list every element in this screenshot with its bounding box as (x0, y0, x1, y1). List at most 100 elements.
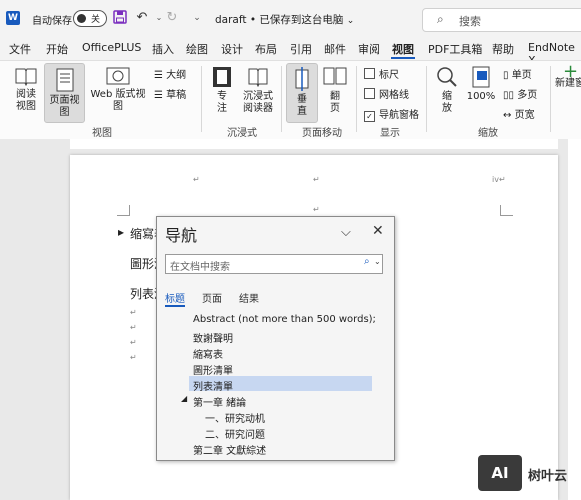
nav-heading-item[interactable]: 圖形清單 (193, 362, 233, 377)
previous-page-bottom (70, 139, 558, 149)
tab-home[interactable]: 开始 (46, 41, 68, 57)
gridlines-check-icon (364, 88, 375, 99)
search-icon: ⌕ (437, 12, 444, 26)
nav-heading-item[interactable]: 第二章 文獻綜述 (193, 442, 266, 457)
undo-icon[interactable]: ↶ (134, 10, 150, 26)
vertical-button[interactable]: 垂 直 (286, 63, 318, 123)
multiple-pages-icon: ▯▯ (503, 90, 515, 101)
nav-tab-pages[interactable]: 页面 (202, 290, 222, 305)
tab-draw[interactable]: 绘图 (186, 41, 208, 57)
ruler-label: 标尺 (379, 70, 399, 81)
web-layout-label: Web 版式视图 (90, 89, 146, 112)
draft-button[interactable]: ☰ 草稿 (154, 86, 186, 101)
navigation-pane[interactable]: 导航 ⌵ ✕ 在文档中搜索 ⌕ ⌄ 标题 页面 结果 Abstract (not… (156, 216, 395, 461)
gridlines-checkbox[interactable]: 网格线 (364, 86, 409, 101)
zoom-100-button[interactable]: 100% (466, 66, 496, 103)
outline-label: 大纲 (166, 70, 187, 81)
paragraph-mark: ↵ (130, 308, 137, 317)
watermark-text: 树叶云 (528, 469, 568, 484)
nav-tab-headings[interactable]: 标题 (165, 290, 185, 305)
nav-search-dropdown-icon[interactable]: ⌄ (374, 257, 381, 266)
immersive-reader-button[interactable]: 沉浸式 阅读器 (238, 66, 278, 115)
collapse-heading-icon[interactable]: ▸ (118, 225, 124, 239)
group-label-views: 视图 (92, 128, 112, 139)
margin-corner-mark (117, 205, 130, 216)
toggle-state-label: 关 (91, 15, 101, 25)
nav-tab-results[interactable]: 结果 (239, 290, 259, 305)
nav-search-input[interactable]: 在文档中搜索 ⌕ ⌄ (165, 254, 383, 274)
autosave-label: 自动保存 (32, 16, 72, 27)
new-window-button[interactable]: + 新建窗 (555, 63, 581, 90)
focus-button[interactable]: 专 注 (208, 66, 236, 115)
ruler-check-icon (364, 68, 375, 79)
tab-review[interactable]: 审阅 (358, 41, 380, 57)
search-box[interactable]: ⌕ 搜索 (422, 8, 581, 32)
tab-officeplus[interactable]: OfficePLUS (82, 41, 141, 54)
one-page-icon: ▯ (503, 70, 509, 81)
watermark-logo-icon: AI (478, 455, 522, 491)
one-page-button[interactable]: ▯ 单页 (503, 66, 532, 81)
page-width-label: 页宽 (514, 110, 535, 121)
active-tab-indicator (391, 57, 415, 59)
close-icon[interactable]: ✕ (372, 223, 384, 239)
read-mode-button[interactable]: 阅读 视图 (10, 66, 42, 113)
word-logo-icon: W (6, 11, 20, 25)
web-layout-button[interactable]: Web 版式视图 (86, 66, 150, 113)
book-icon (15, 68, 37, 86)
nav-heading-item[interactable]: 縮寫表 (193, 346, 223, 361)
tab-file[interactable]: 文件 (9, 41, 31, 57)
nav-pane-options-chevron-icon[interactable]: ⌵ (341, 225, 351, 240)
document-title[interactable]: daraft • 已保存到这台电脑 ⌄ (215, 12, 354, 27)
nav-heading-item[interactable]: Abstract (not more than 500 words); (193, 314, 376, 325)
ribbon-separator (426, 66, 427, 132)
nav-heading-item[interactable]: 致謝聲明 (193, 330, 233, 345)
page-width-icon: ↔ (503, 110, 512, 121)
tab-design[interactable]: 设计 (221, 41, 243, 57)
nav-pane-check-icon: ✓ (364, 111, 375, 122)
tab-layout[interactable]: 布局 (255, 41, 277, 57)
nav-subheading-item[interactable]: 一、研究动机 (205, 410, 265, 425)
margin-corner-mark (500, 205, 513, 216)
outline-button[interactable]: ☰ 大纲 (154, 66, 186, 81)
ruler-checkbox[interactable]: 标尺 (364, 66, 399, 81)
tab-help[interactable]: 帮助 (492, 41, 514, 57)
zoom-button[interactable]: 缩 放 (432, 66, 462, 115)
nav-pane-checkbox[interactable]: ✓ 导航窗格 (364, 106, 419, 122)
one-page-label: 单页 (511, 70, 532, 81)
nav-pane-title: 导航 (165, 226, 198, 245)
paragraph-mark: ↵ (313, 205, 320, 214)
paragraph-mark: ↵ (130, 353, 137, 362)
outline-icon: ☰ (154, 70, 163, 81)
search-placeholder: 搜索 (459, 15, 481, 28)
redo-icon[interactable]: ↻ (164, 10, 180, 26)
nav-pane-label: 导航窗格 (379, 110, 419, 121)
nav-heading-item[interactable]: 第一章 緒論 (193, 394, 246, 409)
group-label-page-movement: 页面移动 (302, 128, 342, 139)
tab-pdf-toolbox[interactable]: PDF工具箱 (428, 41, 482, 57)
immersive-reader-icon (248, 68, 268, 88)
print-layout-button[interactable]: 页面视图 (44, 63, 85, 123)
ribbon-separator (281, 66, 282, 132)
ribbon-separator (201, 66, 202, 132)
tab-insert[interactable]: 插入 (152, 41, 174, 57)
tab-references[interactable]: 引用 (290, 41, 312, 57)
zoom-100-label: 100% (466, 91, 496, 102)
page-width-button[interactable]: ↔ 页宽 (503, 106, 535, 121)
tab-view[interactable]: 视图 (392, 41, 414, 57)
save-icon[interactable] (112, 10, 128, 26)
page-icon (56, 68, 73, 92)
customize-qat-icon[interactable]: ⌄ (189, 10, 205, 26)
paragraph-mark: ↵ (313, 175, 320, 184)
vertical-label: 垂 直 (297, 94, 307, 117)
new-window-label: 新建窗 (555, 78, 581, 89)
group-label-zoom: 缩放 (478, 128, 498, 139)
tab-mailings[interactable]: 邮件 (324, 41, 346, 57)
nav-subheading-item[interactable]: 二、研究问题 (205, 426, 265, 441)
nav-search-icon[interactable]: ⌕ (364, 256, 370, 267)
nav-heading-item-selected[interactable]: 列表清單 (193, 378, 233, 393)
side-to-side-button[interactable]: 翻 页 (320, 66, 350, 115)
autosave-toggle[interactable]: 关 (73, 10, 107, 27)
multiple-pages-button[interactable]: ▯▯ 多页 (503, 86, 537, 101)
expand-heading-icon[interactable]: ◢ (181, 394, 187, 403)
group-label-show: 显示 (380, 128, 400, 139)
